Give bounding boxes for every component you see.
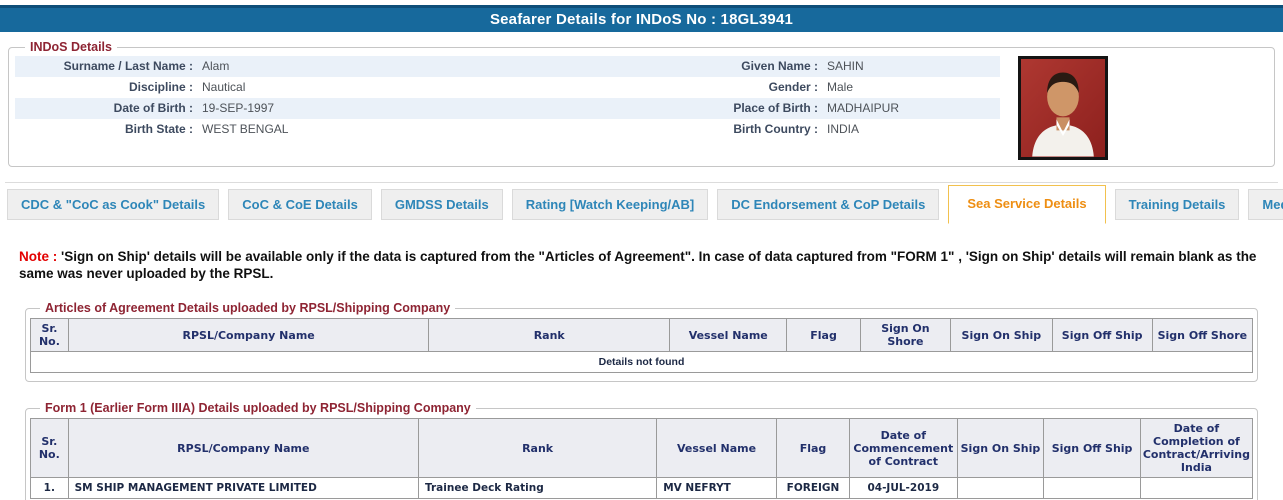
column-header-flag: Flag bbox=[775, 418, 851, 478]
field-value-date-of-birth: 19-SEP-1997 bbox=[202, 101, 275, 115]
cell-date-of-commencement-of-contract: 04-JUL-2019 bbox=[849, 477, 958, 499]
column-header-sr-no: Sr. No. bbox=[30, 318, 69, 352]
field-value-discipline: Nautical bbox=[202, 80, 246, 94]
form1-legend: Form 1 (Earlier Form IIIA) Details uploa… bbox=[45, 401, 471, 415]
note: Note : 'Sign on Ship' details will be av… bbox=[19, 248, 1264, 282]
page: Seafarer Details for INDoS No : 18GL3941… bbox=[0, 5, 1283, 500]
tab-panel: CDC & "CoC as Cook" Details CoC & CoE Det… bbox=[5, 182, 1283, 500]
column-header-sign-off-ship: Sign Off Ship bbox=[1043, 418, 1141, 478]
field-label-birth-state: Birth State : bbox=[124, 122, 193, 136]
articles-legend: Articles of Agreement Details uploaded b… bbox=[45, 301, 451, 315]
column-header-vessel-name: Vessel Name bbox=[669, 318, 788, 352]
page-title: Seafarer Details for INDoS No : 18GL3941 bbox=[0, 5, 1283, 32]
person-portrait-icon bbox=[1021, 59, 1105, 157]
cell-sign-off-ship bbox=[1043, 477, 1141, 499]
field-label-surname-last-name: Surname / Last Name : bbox=[63, 59, 193, 73]
header-row: Sr. No. RPSL/Company Name Rank Vessel Name F… bbox=[30, 318, 1254, 352]
header-row: Sr. No. RPSL/Company Name Rank Vessel Name F… bbox=[30, 418, 1254, 478]
cell-rank: Trainee Deck Rating bbox=[417, 477, 658, 499]
field-value-given-name: SAHIN bbox=[827, 59, 864, 73]
field-label-place-of-birth: Place of Birth : bbox=[733, 101, 818, 115]
field-label-discipline: Discipline : bbox=[128, 80, 193, 94]
column-header-sign-on-shore: Sign On Shore bbox=[859, 318, 952, 352]
column-header-vessel-name: Vessel Name bbox=[656, 418, 777, 478]
indos-details-legend: INDoS Details bbox=[30, 40, 112, 54]
form1-table: Sr. No. RPSL/Company Name Rank Vessel Name F… bbox=[30, 418, 1254, 499]
column-header-sign-on-ship: Sign On Ship bbox=[950, 318, 1053, 352]
note-prefix: Note : bbox=[19, 249, 58, 264]
empty-row: Details not found bbox=[30, 351, 1253, 373]
column-header-date-of-completion-of-contract-arriving-india: Date of Completion of Contract/Arriving … bbox=[1139, 418, 1254, 478]
column-header-rank: Rank bbox=[417, 418, 658, 478]
indos-row: Date of Birth : 19-SEP-1997 Place of Birth… bbox=[15, 98, 1000, 119]
column-header-rpsl-company-name: RPSL/Company Name bbox=[67, 318, 430, 352]
field-value-birth-state: WEST BENGAL bbox=[202, 122, 289, 136]
field-label-date-of-birth: Date of Birth : bbox=[113, 101, 193, 115]
indos-details-body: Surname / Last Name : Alam Given Name : SAH… bbox=[15, 56, 1268, 160]
column-header-date-of-commencement-of-contract: Date of Commencement of Contract bbox=[849, 418, 958, 478]
empty-message: Details not found bbox=[30, 351, 1253, 373]
column-header-rank: Rank bbox=[428, 318, 671, 352]
seafarer-photo bbox=[1018, 56, 1108, 160]
cell-rpsl-company-name: SM SHIP MANAGEMENT PRIVATE LIMITED bbox=[67, 477, 420, 499]
tab-rating-watch-keeping-ab[interactable]: Rating [Watch Keeping/AB] bbox=[511, 189, 709, 220]
cell-sign-on-ship bbox=[956, 477, 1045, 499]
note-text: 'Sign on Ship' details will be available… bbox=[19, 249, 1257, 281]
field-label-birth-country: Birth Country : bbox=[733, 122, 818, 136]
tab-cdc-coc-as-cook-details[interactable]: CDC & "CoC as Cook" Details bbox=[7, 189, 220, 220]
cell-date-of-completion-of-contract-arriving-india bbox=[1139, 477, 1254, 499]
tab-dc-endorsement-cop-details[interactable]: DC Endorsement & CoP Details bbox=[717, 189, 940, 220]
field-value-birth-country: INDIA bbox=[827, 122, 860, 136]
cell-flag: FOREIGN bbox=[775, 477, 851, 499]
tab-medical-fitness-certificate[interactable]: Medical Fitness Certificate bbox=[1248, 189, 1283, 220]
articles-of-agreement-section: Articles of Agreement Details uploaded b… bbox=[25, 301, 1258, 382]
field-value-place-of-birth: MADHAIPUR bbox=[827, 101, 900, 115]
articles-table: Sr. No. RPSL/Company Name Rank Vessel Name F… bbox=[30, 318, 1254, 373]
column-header-flag: Flag bbox=[786, 318, 861, 352]
tab-coc-coe-details[interactable]: CoC & CoE Details bbox=[228, 189, 372, 220]
column-header-sign-off-ship: Sign Off Ship bbox=[1051, 318, 1153, 352]
column-header-sign-on-ship: Sign On Ship bbox=[956, 418, 1045, 478]
indos-row: Discipline : Nautical Gender : Male bbox=[15, 77, 1000, 98]
column-header-sign-off-shore: Sign Off Shore bbox=[1151, 318, 1254, 352]
tab-sea-service-details[interactable]: Sea Service Details bbox=[948, 185, 1106, 224]
field-value-gender: Male bbox=[827, 80, 854, 94]
indos-row: Surname / Last Name : Alam Given Name : SAH… bbox=[15, 56, 1000, 77]
cell-vessel-name: MV NEFRYT bbox=[656, 477, 777, 499]
photo-area bbox=[1000, 56, 1268, 160]
indos-details-section: INDoS Details Surname / Last Name : Alam G… bbox=[8, 40, 1275, 167]
cell-sr-no: 1. bbox=[30, 477, 69, 499]
tabs: CDC & "CoC as Cook" Details CoC & CoE Det… bbox=[5, 183, 1283, 224]
indos-rows: Surname / Last Name : Alam Given Name : SAH… bbox=[15, 56, 1000, 160]
field-label-given-name: Given Name : bbox=[741, 59, 818, 73]
table-row: 1. SM SHIP MANAGEMENT PRIVATE LIMITED Trai… bbox=[30, 477, 1254, 499]
field-label-gender: Gender : bbox=[768, 80, 818, 94]
form1-section: Form 1 (Earlier Form IIIA) Details uploa… bbox=[25, 401, 1258, 500]
indos-row: Birth State : WEST BENGAL Birth Country : I… bbox=[15, 119, 1000, 140]
column-header-rpsl-company-name: RPSL/Company Name bbox=[67, 418, 420, 478]
tab-training-details[interactable]: Training Details bbox=[1114, 189, 1240, 220]
tab-gmdss-details[interactable]: GMDSS Details bbox=[380, 189, 503, 220]
column-header-sr-no: Sr. No. bbox=[30, 418, 69, 478]
field-value-surname-last-name: Alam bbox=[202, 59, 230, 73]
